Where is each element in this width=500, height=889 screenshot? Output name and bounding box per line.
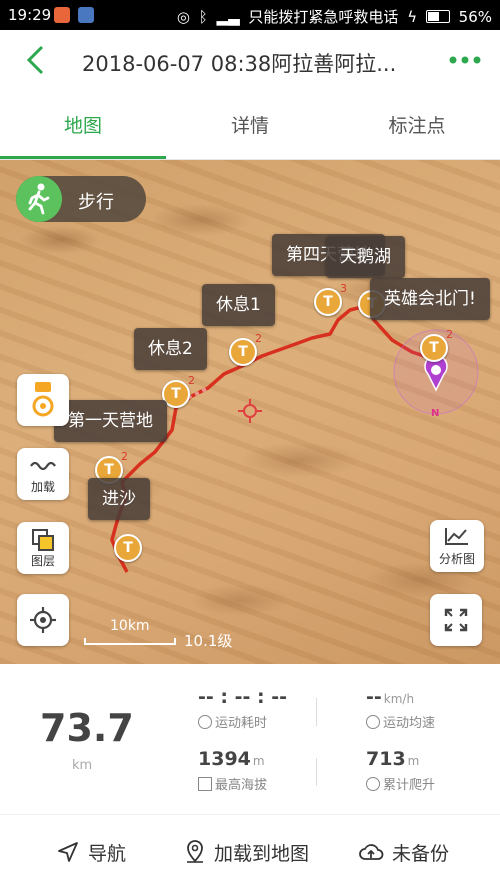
locate-button[interactable] xyxy=(17,594,69,646)
climb-value: 713 xyxy=(366,748,406,770)
stat-climb: 713 m 累计爬升 xyxy=(366,748,435,793)
max-alt-unit: m xyxy=(252,754,265,768)
divider xyxy=(316,698,317,726)
map-label-rest1[interactable]: 休息1 xyxy=(202,284,275,326)
speed-icon xyxy=(366,715,380,729)
layer-button[interactable]: 图层 xyxy=(17,522,69,574)
chevron-left-icon xyxy=(26,45,44,75)
charging-icon: ϟ xyxy=(407,8,418,26)
stat-max-altitude: 1394 m 最高海拔 xyxy=(198,748,267,793)
avg-speed-unit: km/h xyxy=(383,692,415,706)
max-alt-label: 最高海拔 xyxy=(215,778,268,793)
hotspot-icon: ◎ xyxy=(176,8,190,26)
status-bar: 19:29 ◎ ᛒ ▂▃ 只能拨打紧急呼救电话 ϟ 56% xyxy=(0,0,500,30)
sport-mode-button[interactable]: 步行 xyxy=(16,176,146,222)
gallery-notification-icon xyxy=(78,7,94,23)
walking-icon xyxy=(16,176,62,222)
navigate-button[interactable]: 导航 xyxy=(56,839,126,866)
page-title: 2018-06-07 08:38阿拉善阿拉... xyxy=(82,52,397,76)
marker-pin-jinsha[interactable]: T xyxy=(114,534,142,562)
wave-icon xyxy=(30,461,56,471)
distance-unit: km xyxy=(72,758,93,773)
compass-north: N xyxy=(431,408,440,419)
tab-details[interactable]: 详情 xyxy=(167,93,333,159)
climb-label: 累计爬升 xyxy=(383,778,436,793)
duration-label: 运动耗时 xyxy=(215,716,268,731)
app-notification-icon xyxy=(54,7,70,23)
stat-avg-speed: -- km/h 运动均速 xyxy=(366,686,435,731)
marker-pin-camp4[interactable]: T xyxy=(314,288,342,316)
target-locate-icon xyxy=(30,607,56,633)
load-label: 加载 xyxy=(30,480,55,494)
status-notification: 只能拨打紧急呼救电话 xyxy=(248,8,399,26)
fullscreen-button[interactable] xyxy=(430,594,482,646)
load-to-map-button[interactable]: 加载到地图 xyxy=(184,839,309,866)
map-label-north-gate[interactable]: 英雄会北门! xyxy=(370,278,490,320)
bluetooth-icon: ᛒ xyxy=(198,8,208,26)
layer-label: 图层 xyxy=(30,554,55,568)
more-button[interactable] xyxy=(448,52,482,68)
battery-level: 56% xyxy=(458,8,492,26)
fullscreen-icon xyxy=(444,608,468,632)
analysis-chart-label: 分析图 xyxy=(438,552,475,566)
map-view[interactable]: T T 2 T 2 T 2 T 3 T T 2 第四天营地 天鹅湖 英雄会北门!… xyxy=(0,160,500,664)
avg-speed-value: -- xyxy=(366,686,382,708)
tab-bar: 地图 详情 标注点 xyxy=(0,93,500,160)
marker-count-north-gate: 2 xyxy=(446,328,453,341)
marker-pin-rest1[interactable]: T xyxy=(229,338,257,366)
cloud-upload-icon xyxy=(359,844,384,860)
signal-icon: ▂▃ xyxy=(216,8,240,26)
status-time: 19:29 xyxy=(8,6,52,24)
climb-icon xyxy=(366,777,380,791)
track-stats: 73.7 km -- : -- : -- 运动耗时 -- km/h 运动均速 13… xyxy=(0,664,500,814)
sport-mode-label: 步行 xyxy=(78,192,114,213)
marker-count-rest2: 2 xyxy=(188,374,195,387)
distance-value: 73.7 xyxy=(40,706,134,750)
stopwatch-icon xyxy=(198,715,212,729)
status-right: ◎ ᛒ ▂▃ 只能拨打紧急呼救电话 ϟ 56% xyxy=(173,6,492,27)
map-label-rest2[interactable]: 休息2 xyxy=(134,328,207,370)
mountain-icon xyxy=(198,777,212,791)
marker-count-rest1: 2 xyxy=(255,332,262,345)
zoom-level: 10.1级 xyxy=(184,632,233,650)
back-button[interactable] xyxy=(22,44,52,76)
climb-unit: m xyxy=(407,754,420,768)
load-button[interactable]: 加载 xyxy=(17,448,69,500)
load-to-map-label: 加载到地图 xyxy=(214,843,310,865)
duration-value: -- : -- : -- xyxy=(198,686,287,708)
scale-bar xyxy=(84,638,176,645)
bottom-action-bar: 导航 加载到地图 未备份 xyxy=(0,814,500,889)
crosshair-icon xyxy=(238,399,262,423)
marker-pin-north-gate[interactable]: T xyxy=(420,334,448,362)
backup-button[interactable]: 未备份 xyxy=(358,839,449,866)
divider xyxy=(316,758,317,786)
analysis-chart-button[interactable]: 分析图 xyxy=(430,520,484,572)
line-chart-icon xyxy=(445,528,468,545)
battery-icon xyxy=(425,10,450,23)
map-marker-button[interactable] xyxy=(17,374,69,426)
location-marker-icon xyxy=(32,382,54,417)
navigation-arrow-icon xyxy=(58,842,78,862)
scale-text: 10km xyxy=(110,618,150,634)
tab-map[interactable]: 地图 xyxy=(0,93,166,159)
map-pin-icon xyxy=(187,840,203,863)
map-label-swan-lake[interactable]: 天鹅湖 xyxy=(326,236,405,278)
marker-count-camp4: 3 xyxy=(340,282,347,295)
marker-count-camp1: 2 xyxy=(121,450,128,463)
backup-label: 未备份 xyxy=(392,843,450,865)
layers-icon xyxy=(32,529,54,551)
map-label-camp1[interactable]: 第一天营地 xyxy=(54,400,167,442)
navigate-label: 导航 xyxy=(88,843,127,865)
max-alt-value: 1394 xyxy=(198,748,251,770)
map-label-jinsha[interactable]: 进沙 xyxy=(88,478,150,520)
avg-speed-label: 运动均速 xyxy=(383,716,436,731)
more-dots-icon xyxy=(449,56,481,64)
tab-markers[interactable]: 标注点 xyxy=(334,93,500,159)
title-bar: 2018-06-07 08:38阿拉善阿拉... xyxy=(0,30,500,92)
stat-duration: -- : -- : -- 运动耗时 xyxy=(198,686,287,731)
